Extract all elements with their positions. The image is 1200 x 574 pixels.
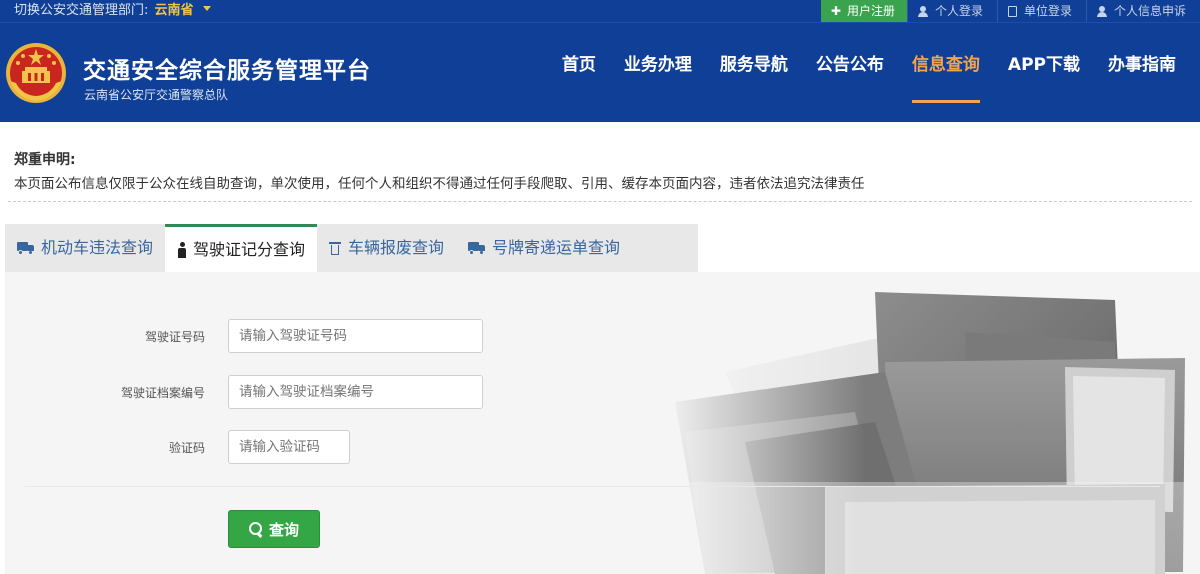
personal-login-link[interactable]: 个人登录 — [906, 0, 997, 22]
unit-login-label: 单位登录 — [1023, 4, 1072, 18]
main-nav: 首页 业务办理 服务导航 公告公布 信息查询 APP下载 办事指南 — [548, 23, 1190, 123]
notice-divider — [8, 201, 1192, 202]
tab-vehicle-violation-label: 机动车违法查询 — [41, 238, 154, 257]
personal-login-label: 个人登录 — [934, 4, 983, 18]
nav-item-howto[interactable]: 办事指南 — [1094, 23, 1190, 123]
personal-info-appeal-link[interactable]: 个人信息申诉 — [1085, 0, 1200, 22]
license-points-form-panel: 驾驶证号码 驾驶证档案编号 验证码 查询 — [5, 272, 1200, 574]
query-submit-label: 查询 — [268, 520, 299, 539]
tab-license-points[interactable]: 驾驶证记分查询 — [165, 224, 318, 272]
account-links: ✚ 用户注册 个人登录 单位登录 个人信息申诉 — [820, 0, 1200, 22]
top-utility-bar: 切换公安交通管理部门: 云南省 ✚ 用户注册 个人登录 单位登录 个人信息申诉 — [0, 0, 1200, 22]
document-icon — [1007, 5, 1017, 17]
notice-text: 本页面公布信息仅限于公众在线自助查询，单次使用，任何个人和组织不得通过任何手段爬… — [14, 176, 865, 192]
license-no-input[interactable] — [228, 319, 483, 353]
tab-plate-mail-label: 号牌寄递运单查询 — [492, 238, 621, 257]
nav-item-app[interactable]: APP下载 — [994, 23, 1094, 123]
captcha-input[interactable] — [228, 430, 350, 464]
query-submit-button[interactable]: 查询 — [228, 510, 320, 548]
region-switcher-label: 切换公安交通管理部门: — [14, 3, 149, 18]
tab-plate-mail[interactable]: 号牌寄递运单查询 — [456, 224, 632, 272]
nav-item-query[interactable]: 信息查询 — [898, 23, 994, 123]
driving-license-background-image — [5, 272, 1200, 574]
trash-icon — [329, 241, 342, 255]
form-divider — [25, 486, 1160, 487]
captcha-label: 验证码 — [168, 441, 205, 455]
notice-title: 郑重申明: — [14, 152, 76, 168]
site-subtitle: 云南省公安厅交通警察总队 — [84, 88, 229, 102]
tab-vehicle-violation[interactable]: 机动车违法查询 — [5, 224, 165, 272]
tab-license-points-label: 驾驶证记分查询 — [193, 239, 306, 259]
site-header: 交通安全综合服务管理平台 云南省公安厅交通警察总队 首页 业务办理 服务导航 公… — [0, 22, 1200, 122]
truck-icon — [468, 242, 486, 255]
region-switcher-value[interactable]: 云南省 — [155, 3, 194, 18]
tab-vehicle-scrap[interactable]: 车辆报废查询 — [317, 224, 456, 272]
register-link[interactable]: ✚ 用户注册 — [820, 0, 907, 22]
personal-info-appeal-label: 个人信息申诉 — [1113, 4, 1186, 18]
person-icon — [177, 241, 187, 258]
caret-down-icon[interactable] — [202, 6, 211, 11]
plus-icon: ✚ — [830, 4, 841, 18]
license-no-label: 驾驶证号码 — [144, 330, 205, 344]
file-no-input[interactable] — [228, 375, 483, 409]
region-switcher[interactable]: 切换公安交通管理部门: 云南省 — [14, 1, 211, 21]
nav-item-notice[interactable]: 公告公布 — [802, 23, 898, 123]
tab-vehicle-scrap-label: 车辆报废查询 — [348, 238, 445, 257]
site-title: 交通安全综合服务管理平台 — [83, 58, 371, 84]
register-link-label: 用户注册 — [846, 4, 895, 18]
national-emblem-icon — [6, 43, 66, 103]
truck-icon — [17, 242, 35, 255]
user-icon — [917, 5, 928, 17]
nav-item-guide[interactable]: 服务导航 — [706, 23, 802, 123]
legal-notice: 郑重申明: 本页面公布信息仅限于公众在线自助查询，单次使用，任何个人和组织不得通… — [0, 122, 1200, 204]
unit-login-link[interactable]: 单位登录 — [996, 0, 1086, 22]
user-icon — [1096, 5, 1107, 17]
query-tabs: 机动车违法查询 驾驶证记分查询 车辆报废查询 号牌寄递运单查询 — [5, 224, 698, 272]
file-no-label: 驾驶证档案编号 — [120, 386, 205, 400]
search-icon — [248, 522, 263, 536]
nav-item-home[interactable]: 首页 — [548, 23, 610, 123]
nav-item-business[interactable]: 业务办理 — [610, 23, 706, 123]
